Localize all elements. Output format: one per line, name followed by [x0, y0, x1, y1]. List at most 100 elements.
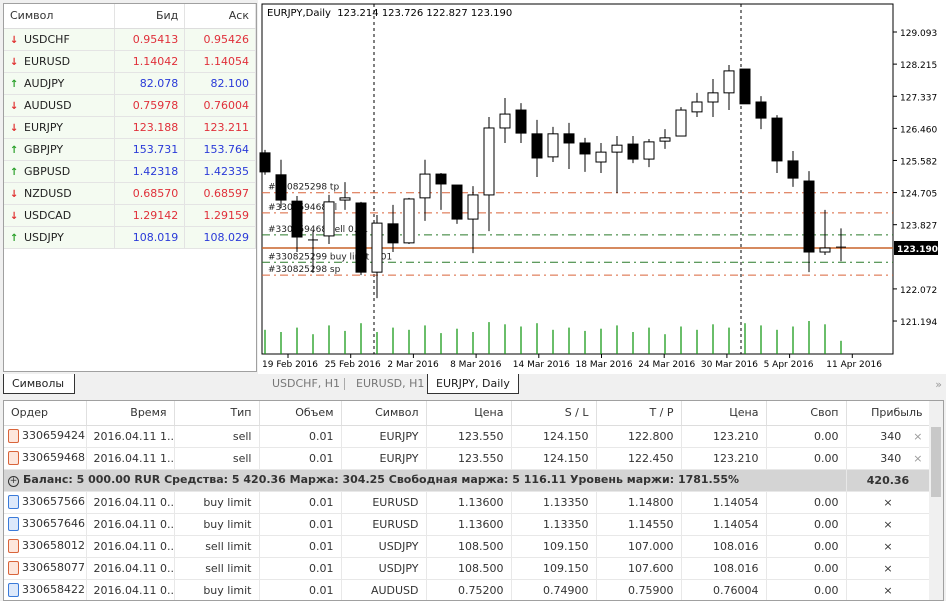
col-header[interactable]: S / L	[511, 401, 597, 426]
price-label: 123.827	[900, 222, 937, 232]
chart-tabs: USDCHF, H1 EURUSD, H1 EURJPY, Daily	[262, 374, 562, 394]
col-ask[interactable]: Аск	[184, 4, 256, 29]
col-header[interactable]: Цена	[681, 401, 767, 426]
col-symbol[interactable]: Символ	[4, 4, 115, 29]
ask-cell: 1.14054	[184, 50, 256, 73]
order-sym: EURUSD	[341, 513, 427, 536]
symbol-row[interactable]: ↓ USDCAD 1.29142 1.29159	[4, 204, 256, 227]
bull-candle	[419, 173, 431, 199]
order-sym: EURJPY	[341, 425, 427, 448]
order-sl: 1.13350	[511, 513, 597, 536]
chart-window[interactable]: 129.093 128.215 127.337 126.460 125.582 124.7…	[258, 0, 946, 374]
bid-cell: 0.95413	[114, 28, 186, 51]
symbol-row[interactable]: ↑ AUDJPY 82.078 82.100	[4, 72, 256, 95]
bull-candle	[675, 109, 687, 137]
order-document-icon	[8, 583, 19, 597]
market-watch-panel: Символ Бид Аск ↓ USDCHF 0.95413 0.95426 ↓ E…	[3, 3, 257, 372]
expand-icon[interactable]: +	[8, 476, 19, 487]
order-document-icon	[8, 451, 19, 465]
date-label: 5 Apr 2016	[764, 360, 814, 370]
order-id: 330658422	[22, 583, 85, 596]
order-id-cell: 330657566	[4, 491, 87, 514]
symbol-row[interactable]: ↓ EURJPY 123.188 123.211	[4, 116, 256, 139]
delete-order-icon[interactable]: ×	[846, 513, 931, 536]
order-sl: 124.150	[511, 425, 597, 448]
symbol-row[interactable]: ↑ GBPUSD 1.42318 1.42335	[4, 160, 256, 183]
arrow-down-icon: ↓	[10, 56, 19, 68]
col-header[interactable]: Объем	[259, 401, 342, 426]
col-header[interactable]: Своп	[766, 401, 847, 426]
ask-cell: 1.42335	[184, 160, 256, 183]
tab-eurusd-h1[interactable]: EURUSD, H1	[348, 374, 432, 394]
order-swap: 0.00	[766, 491, 847, 514]
scrollbar-thumb[interactable]	[931, 427, 941, 497]
bid-cell: 0.68570	[114, 182, 186, 205]
bear-candle	[387, 223, 399, 244]
col-header[interactable]: Цена	[426, 401, 512, 426]
bull-candle	[403, 198, 415, 244]
bear-candle	[803, 180, 815, 253]
bear-candle	[451, 184, 463, 220]
delete-order-icon[interactable]: ×	[846, 535, 931, 558]
col-header[interactable]: Тип	[174, 401, 260, 426]
close-order-icon[interactable]: ×	[913, 452, 922, 465]
bull-candle	[611, 144, 623, 153]
symbol-row[interactable]: ↓ USDCHF 0.95413 0.95426	[4, 28, 256, 51]
order-row[interactable]: 330659468 2016.04.11 1... sell 0.01 EURJPY 12…	[4, 447, 931, 470]
delete-order-icon[interactable]: ×	[846, 491, 931, 514]
order-row[interactable]: 330658077 2016.04.11 0... sell limit 0.01 US…	[4, 557, 931, 580]
price-label: 125.582	[900, 157, 937, 167]
symbol-row[interactable]: ↓ NZDUSD 0.68570 0.68597	[4, 182, 256, 205]
order-cur: 1.14054	[681, 491, 767, 514]
order-row[interactable]: 330659424 2016.04.11 1... sell 0.01 EURJPY 12…	[4, 425, 931, 448]
date-label: 24 Mar 2016	[638, 360, 695, 370]
col-header[interactable]: T / P	[596, 401, 682, 426]
date-label: 25 Feb 2016	[325, 360, 381, 370]
symbol-cell: ↓ EURUSD	[4, 50, 115, 73]
order-profit-cell: 340 ×	[846, 447, 931, 470]
vertical-scrollbar[interactable]	[929, 401, 943, 600]
symbol-row[interactable]: ↑ GBPJPY 153.731 153.764	[4, 138, 256, 161]
order-id: 330659424	[22, 429, 85, 442]
delete-order-icon[interactable]: ×	[846, 579, 931, 600]
candlestick-chart[interactable]: 129.093 128.215 127.337 126.460 125.582 124.7…	[258, 0, 946, 374]
order-row[interactable]: 330658012 2016.04.11 0... sell limit 0.01 US…	[4, 535, 931, 558]
col-header[interactable]: Символ	[341, 401, 427, 426]
order-row[interactable]: 330657566 2016.04.11 0... buy limit 0.01 EUR…	[4, 491, 931, 514]
order-price: 123.550	[426, 447, 512, 470]
order-sym: AUDUSD	[341, 579, 427, 600]
symbol-name: GBPUSD	[24, 164, 71, 178]
tab-eurjpy-daily[interactable]: EURJPY, Daily	[427, 374, 519, 394]
order-line-label: #330825298 sp	[268, 265, 341, 275]
col-header[interactable]: Время	[86, 401, 175, 426]
order-cur: 108.016	[681, 535, 767, 558]
symbol-row[interactable]: ↑ USDJPY 108.019 108.029	[4, 226, 256, 249]
ask-cell: 0.68597	[184, 182, 256, 205]
col-bid[interactable]: Бид	[114, 4, 186, 29]
order-row[interactable]: 330657646 2016.04.11 0... buy limit 0.01 EUR…	[4, 513, 931, 536]
price-label: 128.215	[900, 61, 937, 71]
symbol-name: USDJPY	[24, 230, 64, 244]
delete-order-icon[interactable]: ×	[846, 557, 931, 580]
order-id: 330658012	[22, 539, 85, 552]
symbol-cell: ↓ USDCHF	[4, 28, 115, 51]
tab-symbols-wrap: Символы	[3, 374, 75, 394]
tab-symbols[interactable]: Символы	[3, 374, 75, 394]
symbol-row[interactable]: ↓ AUDUSD 0.75978 0.76004	[4, 94, 256, 117]
bid-cell: 82.078	[114, 72, 186, 95]
bear-candle	[275, 174, 287, 201]
bear-candle	[739, 68, 751, 105]
symbol-row[interactable]: ↓ EURUSD 1.14042 1.14054	[4, 50, 256, 73]
order-type: sell	[174, 447, 260, 470]
order-swap: 0.00	[766, 579, 847, 600]
close-order-icon[interactable]: ×	[913, 430, 922, 443]
more-tabs-button[interactable]: »	[935, 378, 942, 391]
order-id: 330659468	[22, 451, 85, 464]
price-label: 124.705	[900, 190, 937, 200]
tab-usdchf-h1[interactable]: USDCHF, H1	[264, 374, 348, 394]
order-row[interactable]: 330658422 2016.04.11 0... buy limit 0.01 AUD…	[4, 579, 931, 600]
order-price: 123.550	[426, 425, 512, 448]
col-header[interactable]: Ордер	[4, 401, 87, 426]
col-header[interactable]: Прибыль	[846, 401, 931, 426]
symbol-cell: ↓ USDCAD	[4, 204, 115, 227]
